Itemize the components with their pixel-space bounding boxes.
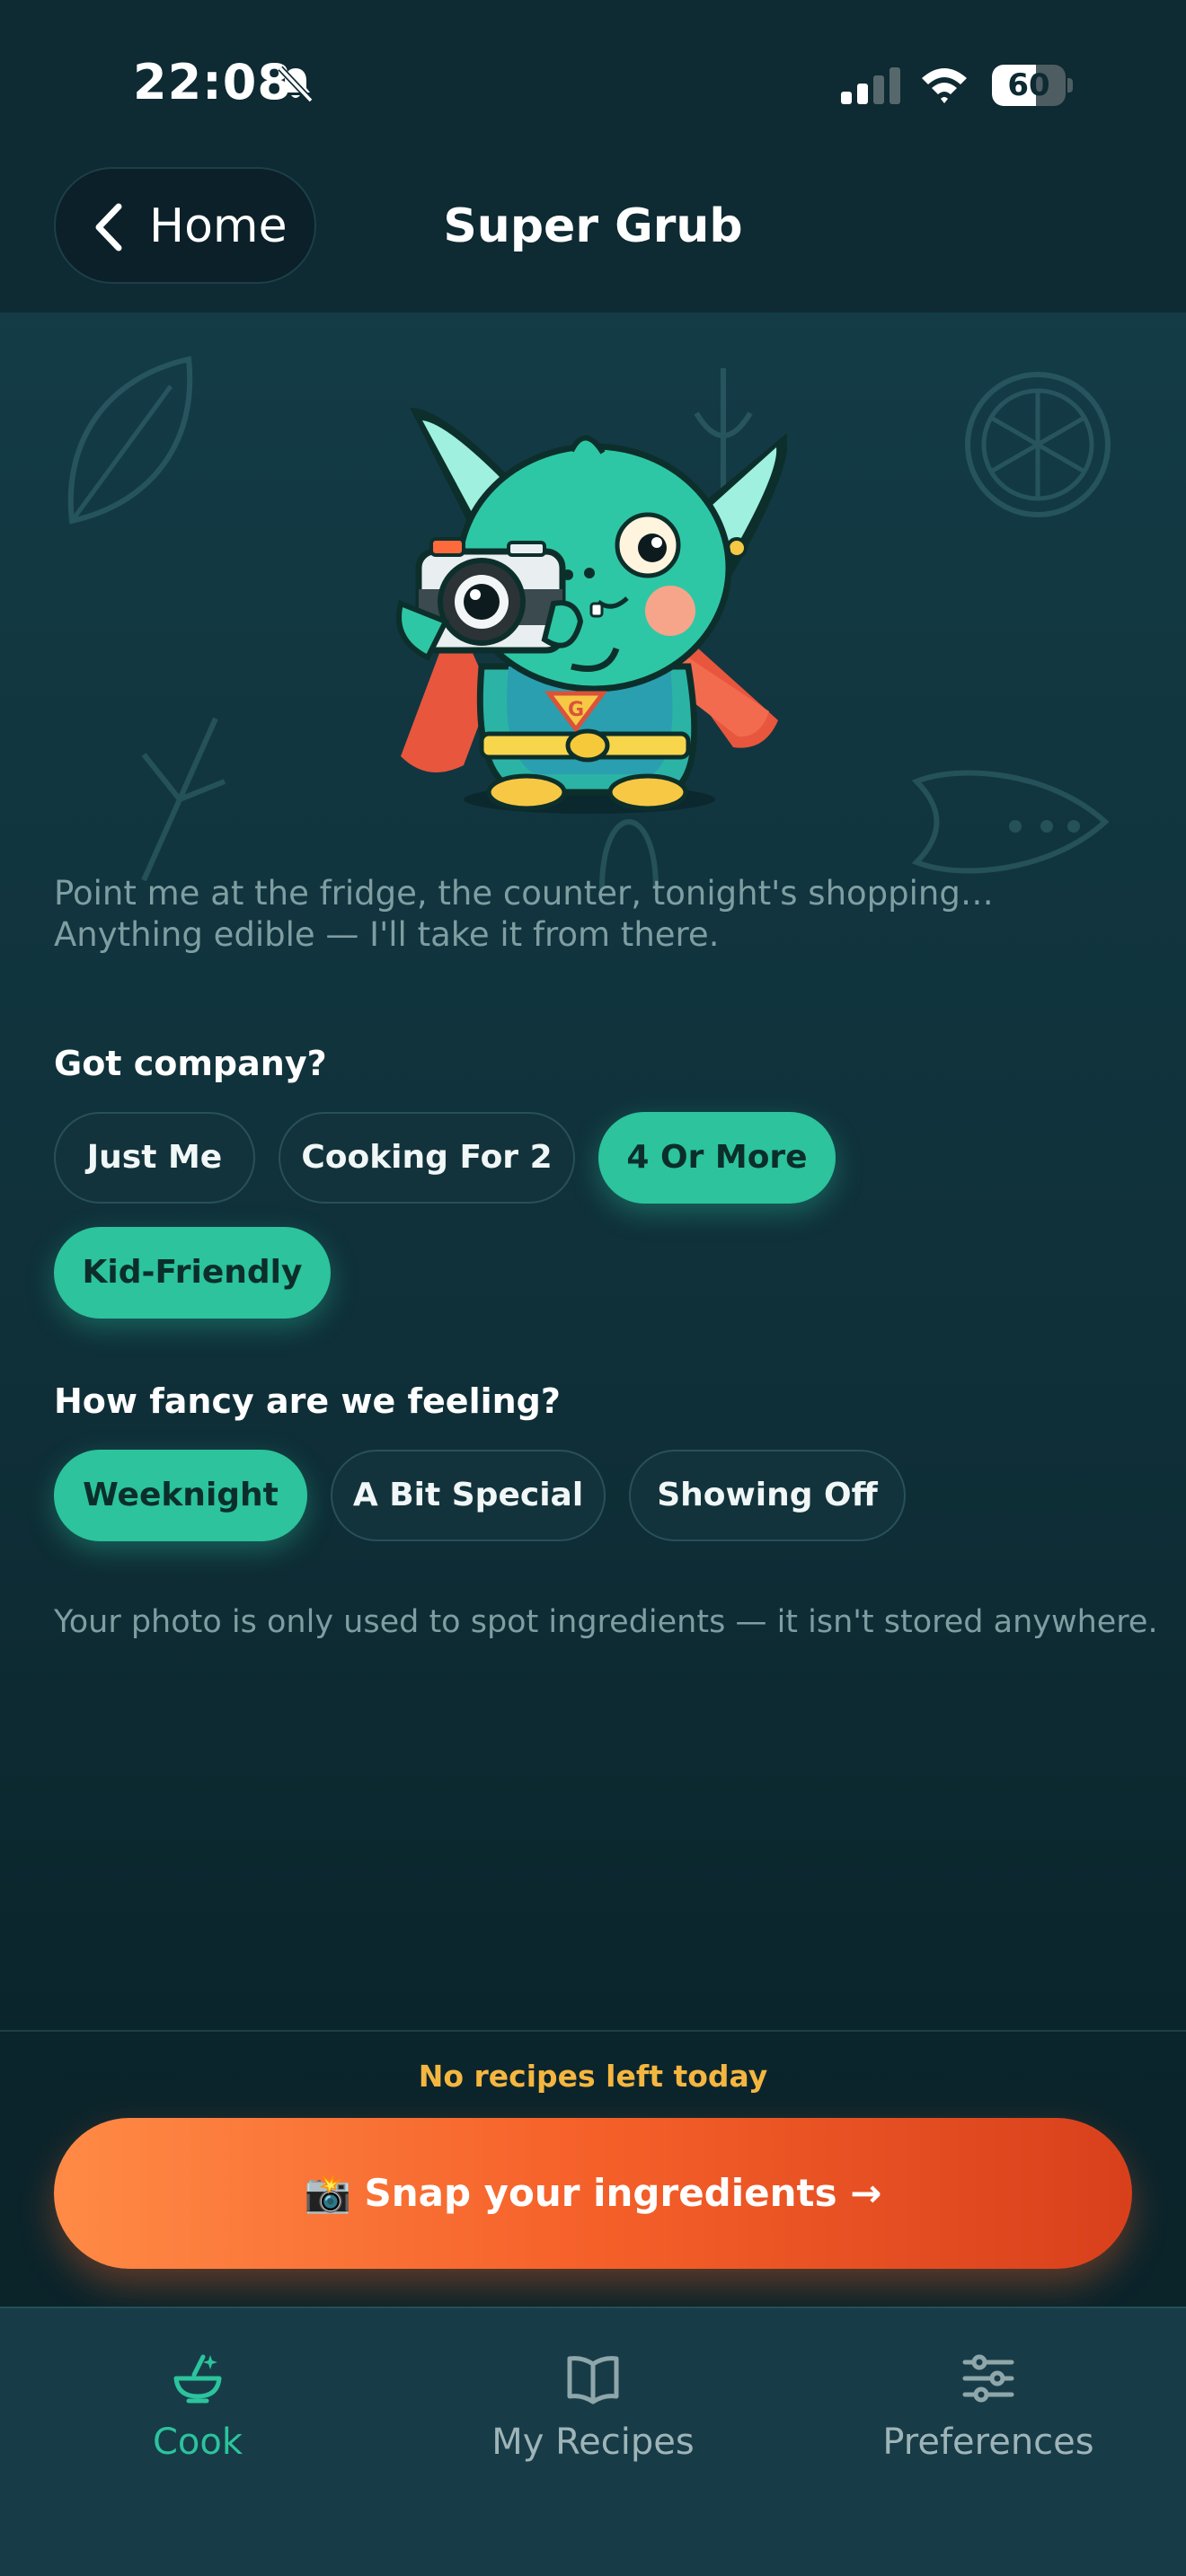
chip-weeknight[interactable]: Weeknight	[54, 1450, 307, 1541]
snap-ingredients-button[interactable]: 📸 Snap your ingredients →	[54, 2118, 1132, 2269]
divider	[0, 2030, 1186, 2032]
back-button-label: Home	[149, 199, 288, 253]
fancy-label: How fancy are we feeling?	[54, 1381, 561, 1421]
chip-4-or-more[interactable]: 4 Or More	[598, 1112, 836, 1204]
herb-doodle-icon	[141, 717, 226, 882]
chip-cooking-for-2[interactable]: Cooking For 2	[279, 1112, 575, 1204]
book-icon	[567, 2356, 619, 2404]
tab-cook-label: Cook	[152, 2422, 243, 2463]
chevron-left-icon	[95, 203, 122, 251]
chip-just-me[interactable]: Just Me	[54, 1112, 255, 1204]
svg-text:G: G	[568, 699, 584, 721]
back-button[interactable]: Home	[54, 167, 316, 284]
tab-my-recipes[interactable]: My Recipes	[395, 2308, 791, 2506]
company-label: Got company?	[54, 1044, 327, 1083]
bottom-tab-bar: Cook My Recipes Preferences	[0, 2307, 1186, 2576]
fish-doodle-icon	[911, 770, 1110, 874]
tab-preferences-label: Preferences	[882, 2422, 1094, 2463]
privacy-note: Your photo is only used to spot ingredie…	[54, 1604, 1158, 1640]
bell-muted-icon	[278, 66, 314, 103]
cellular-signal-icon	[841, 67, 900, 104]
intro-text: Point me at the fridge, the counter, ton…	[54, 874, 994, 954]
status-time: 22:08	[133, 54, 292, 110]
mascot-illustration: G	[396, 407, 787, 814]
chip-kid-friendly[interactable]: Kid-Friendly	[54, 1227, 331, 1319]
battery-indicator: 60	[992, 65, 1073, 108]
chip-showing-off[interactable]: Showing Off	[629, 1450, 906, 1541]
sliders-icon	[962, 2354, 1014, 2403]
wifi-icon	[922, 68, 967, 103]
citrus-doodle-icon	[965, 372, 1111, 517]
tab-preferences[interactable]: Preferences	[791, 2308, 1186, 2506]
leaf-doodle-icon	[67, 356, 193, 525]
app-screen: 22:08 60 Home Super Grub G Point me at t…	[0, 0, 1186, 2576]
bowl-icon	[173, 2354, 222, 2404]
battery-percent: 60	[1007, 67, 1050, 103]
status-bar: 22:08 60	[0, 0, 1186, 171]
tab-cook[interactable]: Cook	[0, 2308, 395, 2506]
daily-limit-note: No recipes left today	[418, 2059, 768, 2094]
tab-my-recipes-label: My Recipes	[491, 2422, 695, 2463]
chip-a-bit-special[interactable]: A Bit Special	[331, 1450, 606, 1541]
page-title: Super Grub	[443, 199, 743, 253]
